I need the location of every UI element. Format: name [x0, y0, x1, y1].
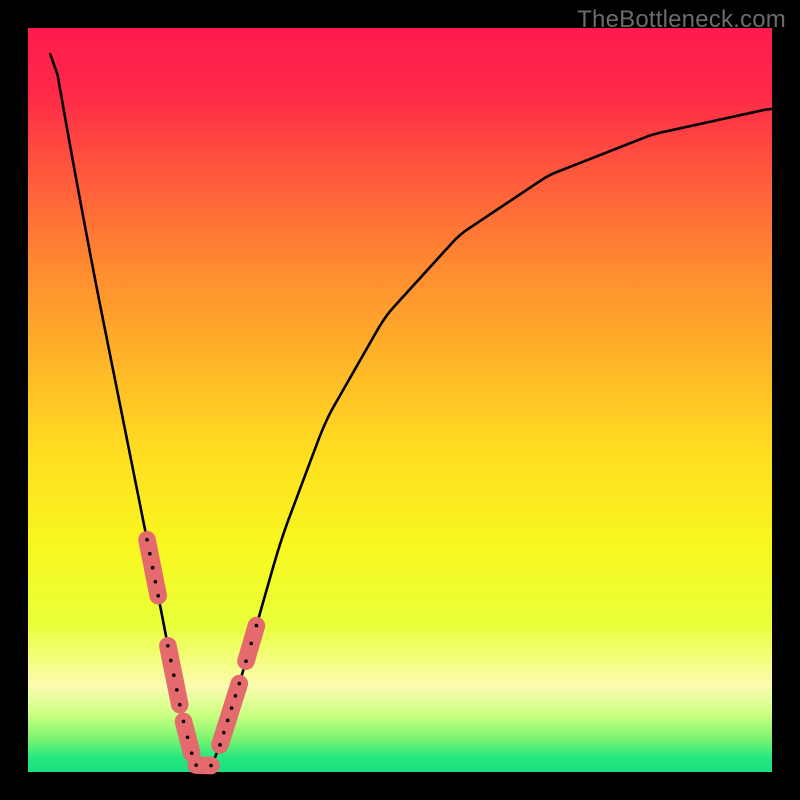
marker-dot — [249, 642, 253, 646]
marker-dot — [182, 720, 186, 724]
marker-dot — [148, 552, 152, 556]
bottleneck-plot — [0, 0, 800, 800]
marker-dot — [166, 644, 170, 648]
marker-dot — [175, 688, 179, 692]
marker-dot — [172, 673, 176, 677]
marker-dot — [209, 764, 213, 768]
marker-dot — [218, 743, 222, 747]
marker-dot — [255, 624, 259, 628]
marker-dot — [190, 751, 194, 755]
chart-frame: TheBottleneck.com — [0, 0, 800, 800]
plot-background — [28, 28, 772, 772]
marker-dot — [234, 694, 238, 698]
marker-dot — [151, 566, 155, 570]
marker-dot — [154, 580, 158, 584]
marker-dot — [169, 659, 173, 663]
marker-dot — [194, 763, 198, 767]
marker-dot — [186, 735, 190, 739]
marker-dot — [156, 594, 160, 598]
marker-dot — [238, 682, 242, 686]
marker-dot — [222, 731, 226, 735]
marker-dot — [145, 538, 149, 542]
marker-dot — [244, 659, 248, 663]
watermark-text: TheBottleneck.com — [577, 6, 786, 34]
marker-dot — [226, 719, 230, 723]
marker-dot — [230, 706, 234, 710]
marker-dot — [178, 703, 182, 707]
